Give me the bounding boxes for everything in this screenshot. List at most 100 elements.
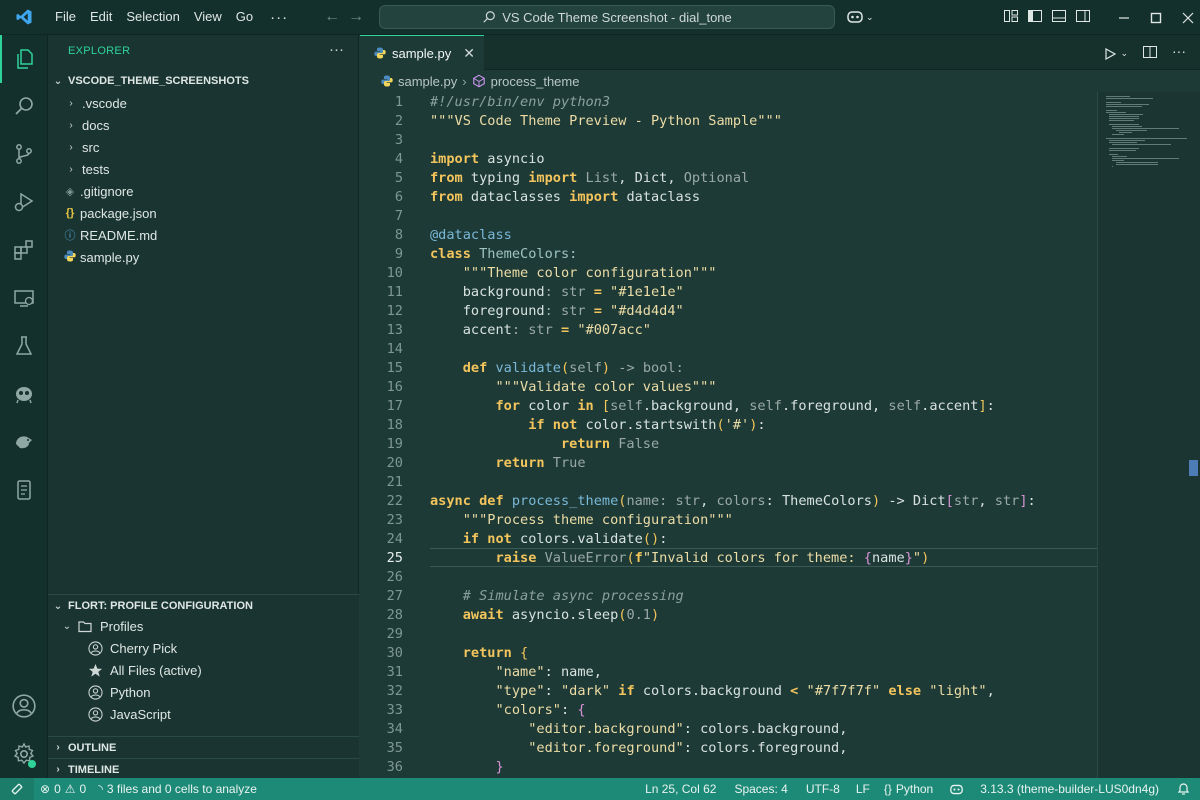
toggle-primary-sidebar-icon[interactable] — [1027, 8, 1043, 24]
tree-item-src[interactable]: › src — [48, 136, 359, 158]
end-of-line[interactable]: LF — [850, 778, 876, 800]
analysis-status[interactable]: ◝ 3 files and 0 cells to analyze — [92, 778, 263, 800]
code-line[interactable]: 17 for color in [self.background, self.f… — [360, 397, 1097, 416]
code-line[interactable]: 9 class ThemeColors: — [360, 245, 1097, 264]
tree-item-package-json[interactable]: {} package.json — [48, 202, 359, 224]
menu-view[interactable]: View — [187, 5, 229, 29]
menu-more-icon[interactable]: ··· — [260, 9, 298, 26]
run-python-icon[interactable]: ⌄ — [1103, 44, 1128, 63]
copilot-status[interactable] — [943, 778, 970, 800]
forward-arrow-icon[interactable]: → — [348, 8, 364, 26]
timeline-section-header[interactable]: › TIMELINE — [48, 758, 359, 780]
code-line[interactable]: 20 return True — [360, 454, 1097, 473]
code-line[interactable]: 18 if not color.startswith('#'): — [360, 416, 1097, 435]
vscode-logo-icon[interactable] — [0, 0, 48, 35]
cursor-position[interactable]: Ln 25, Col 62 — [639, 778, 722, 800]
encoding[interactable]: UTF-8 — [800, 778, 846, 800]
outline-section-header[interactable]: › OUTLINE — [48, 736, 359, 758]
code-line[interactable]: 22 async def process_theme(name: str, col… — [360, 492, 1097, 511]
tree-item-readme[interactable]: ⓘ README.md — [48, 224, 359, 246]
code-line[interactable]: 23 """Process theme configuration""" — [360, 511, 1097, 530]
code-line[interactable]: 13 accent: str = "#007acc" — [360, 321, 1097, 340]
remote-indicator[interactable] — [0, 778, 34, 800]
code-line[interactable]: 27 # Simulate async processing — [360, 587, 1097, 606]
tree-item-sample-py[interactable]: sample.py — [48, 246, 359, 268]
code-line[interactable]: 32 "type": "dark" if colors.background <… — [360, 682, 1097, 701]
language-mode[interactable]: {} Python — [878, 778, 939, 800]
code-line[interactable]: 29 — [360, 625, 1097, 644]
menu-file[interactable]: File — [48, 5, 83, 29]
minimap[interactable] — [1097, 92, 1200, 778]
profile-section-header[interactable]: ⌄ FLORT: PROFILE CONFIGURATION — [48, 595, 359, 617]
alien-extension-icon[interactable] — [0, 370, 48, 418]
code-line[interactable]: 4 import asyncio — [360, 150, 1097, 169]
workspace-root[interactable]: ⌄ VSCODE_THEME_SCREENSHOTS — [48, 70, 359, 92]
code-line[interactable]: 7 — [360, 207, 1097, 226]
code-line[interactable]: 30 return { — [360, 644, 1097, 663]
code-line[interactable]: 12 foreground: str = "#d4d4d4" — [360, 302, 1097, 321]
code-line[interactable]: 16 """Validate color values""" — [360, 378, 1097, 397]
profile-item[interactable]: Cherry Pick — [48, 637, 359, 659]
run-debug-icon[interactable] — [0, 178, 48, 226]
code-line[interactable]: 21 — [360, 473, 1097, 492]
code-line[interactable]: 31 "name": name, — [360, 663, 1097, 682]
code-line[interactable]: 10 """Theme color configuration""" — [360, 264, 1097, 283]
code-editor[interactable]: 1 #!/usr/bin/env python3 2 """VS Code Theme… — [360, 92, 1097, 778]
command-center[interactable]: VS Code Theme Screenshot - dial_tone — [379, 5, 835, 29]
copilot-button[interactable]: ⌄ — [846, 9, 874, 25]
code-line[interactable]: 11 background: str = "#1e1e1e" — [360, 283, 1097, 302]
explorer-more-icon[interactable]: ··· — [329, 41, 344, 58]
notifications-bell-icon[interactable] — [1171, 778, 1196, 800]
search-view-icon[interactable] — [0, 82, 48, 130]
problems-indicator[interactable]: ⊗ 0 ⚠ 0 — [34, 778, 92, 800]
source-control-icon[interactable] — [0, 130, 48, 178]
code-line[interactable]: 5 from typing import List, Dict, Optional — [360, 169, 1097, 188]
code-line[interactable]: 28 await asyncio.sleep(0.1) — [360, 606, 1097, 625]
back-arrow-icon[interactable]: ← — [324, 8, 340, 26]
code-line[interactable]: 26 — [360, 568, 1097, 587]
menu-go[interactable]: Go — [229, 5, 260, 29]
code-line[interactable]: 19 return False — [360, 435, 1097, 454]
code-line[interactable]: 36 } — [360, 758, 1097, 777]
manage-gear-icon[interactable] — [0, 730, 48, 778]
tree-item-tests[interactable]: › tests — [48, 158, 359, 180]
more-actions-icon[interactable]: ··· — [1172, 44, 1186, 63]
breadcrumb-symbol[interactable]: process_theme — [491, 74, 580, 89]
tree-item-gitignore[interactable]: ◈ .gitignore — [48, 180, 359, 202]
code-line[interactable]: 1 #!/usr/bin/env python3 — [360, 93, 1097, 112]
minimize-icon[interactable] — [1108, 0, 1140, 35]
accounts-icon[interactable] — [0, 682, 48, 730]
device-extension-icon[interactable] — [0, 466, 48, 514]
testing-icon[interactable] — [0, 322, 48, 370]
code-line[interactable]: 2 """VS Code Theme Preview - Python Sampl… — [360, 112, 1097, 131]
maximize-icon[interactable] — [1140, 0, 1172, 35]
code-line[interactable]: 24 if not colors.validate(): — [360, 530, 1097, 549]
menu-edit[interactable]: Edit — [83, 5, 119, 29]
code-line[interactable]: 3 — [360, 131, 1097, 150]
code-line[interactable]: 15 def validate(self) -> bool: — [360, 359, 1097, 378]
code-line[interactable]: 33 "colors": { — [360, 701, 1097, 720]
customize-layout-icon[interactable] — [1003, 8, 1019, 24]
code-line[interactable]: 35 "editor.foreground": colors.foregroun… — [360, 739, 1097, 758]
python-interpreter[interactable]: 3.13.3 (theme-builder-LUS0dn4g) — [974, 778, 1165, 800]
close-window-icon[interactable] — [1172, 0, 1200, 35]
profile-item-active[interactable]: All Files (active) — [48, 659, 359, 681]
code-line[interactable]: 8 @dataclass — [360, 226, 1097, 245]
toggle-secondary-sidebar-icon[interactable] — [1075, 8, 1091, 24]
indentation[interactable]: Spaces: 4 — [728, 778, 793, 800]
code-line[interactable]: 14 — [360, 340, 1097, 359]
tree-item-docs[interactable]: › docs — [48, 114, 359, 136]
tab-sample-py[interactable]: sample.py ✕ — [360, 35, 484, 70]
code-line[interactable]: 34 "editor.background": colors.backgroun… — [360, 720, 1097, 739]
split-editor-icon[interactable] — [1142, 44, 1158, 63]
breadcrumb-file[interactable]: sample.py — [398, 74, 457, 89]
code-line[interactable]: 25 raise ValueError(f"Invalid colors for… — [360, 549, 1097, 568]
close-tab-icon[interactable]: ✕ — [463, 45, 475, 62]
code-line[interactable]: 6 from dataclasses import dataclass — [360, 188, 1097, 207]
extensions-icon[interactable] — [0, 226, 48, 274]
remote-explorer-icon[interactable] — [0, 274, 48, 322]
explorer-icon[interactable] — [0, 35, 48, 83]
tree-item-vscode[interactable]: › .vscode — [48, 92, 359, 114]
profiles-folder[interactable]: ⌄ Profiles — [48, 615, 359, 637]
profile-item[interactable]: JavaScript — [48, 703, 359, 725]
